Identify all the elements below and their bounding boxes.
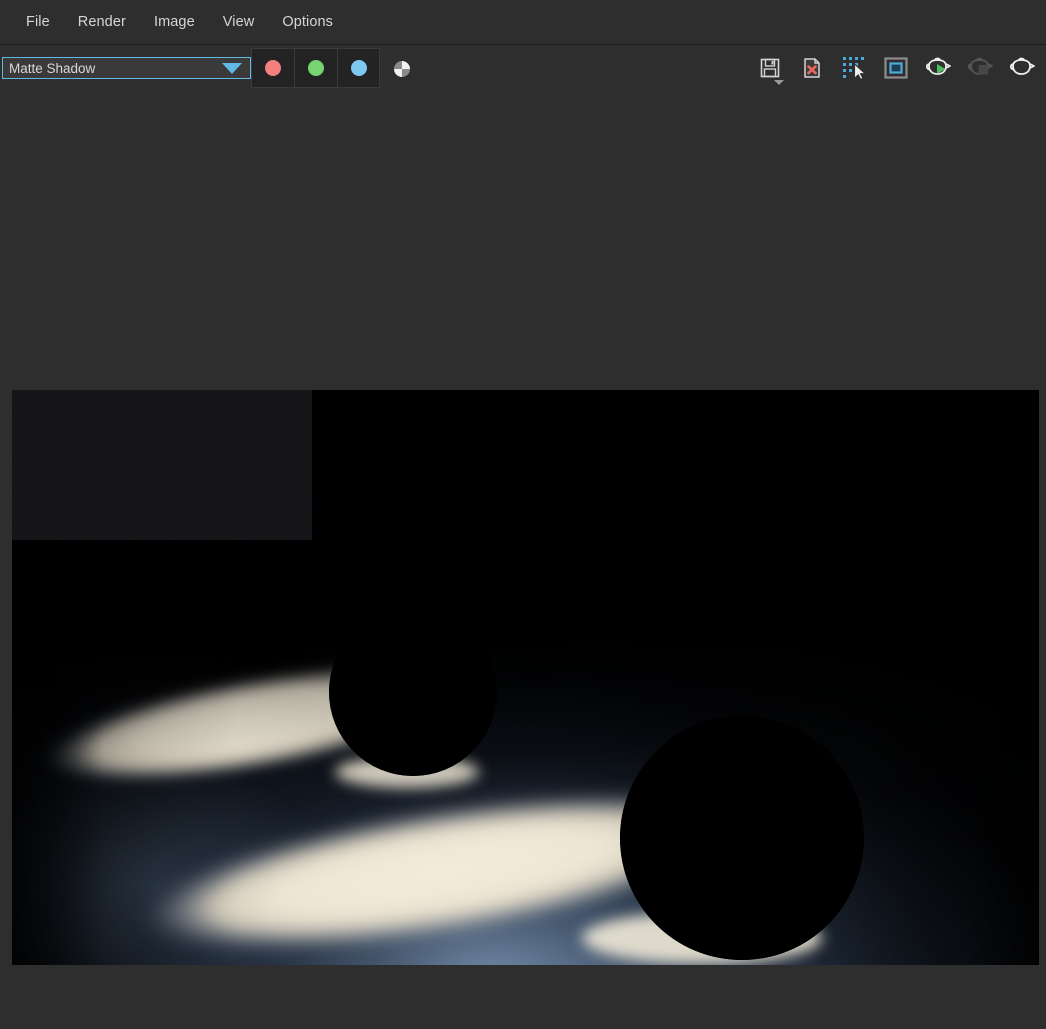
green-channel-icon — [308, 60, 324, 76]
render-region-button[interactable] — [880, 50, 912, 86]
channel-button-group — [251, 48, 380, 88]
teapot-stop-icon — [967, 57, 993, 75]
region-select-icon — [843, 57, 866, 81]
chevron-down-icon[interactable] — [774, 80, 784, 85]
menu-item-image[interactable]: Image — [140, 10, 209, 34]
menu-item-view[interactable]: View — [209, 10, 269, 34]
channel-button-red[interactable] — [251, 48, 294, 88]
alpha-channel-button[interactable] — [386, 54, 418, 84]
layer-select-dropdown[interactable]: Matte Shadow — [2, 57, 251, 79]
teapot-icon — [1009, 57, 1035, 75]
teapot-play-icon — [925, 57, 951, 75]
stop-render-button[interactable] — [964, 50, 996, 86]
sphere-large-matte — [620, 716, 864, 960]
sphere-small-matte — [329, 608, 497, 776]
blue-channel-icon — [350, 60, 367, 76]
channel-button-blue[interactable] — [337, 48, 380, 88]
menu-item-options[interactable]: Options — [268, 10, 347, 34]
select-region-button[interactable] — [838, 50, 870, 86]
toolbar-actions — [754, 48, 1038, 88]
menu-item-render[interactable]: Render — [64, 10, 140, 34]
layer-select-value: Matte Shadow — [9, 60, 96, 76]
vignette-sides — [12, 390, 1039, 965]
save-icon — [760, 58, 780, 78]
render-view-window: File Render Image View Options Matte Sha… — [0, 0, 1046, 1029]
save-image-button[interactable] — [754, 50, 786, 86]
channel-button-green[interactable] — [294, 48, 337, 88]
alpha-channel-icon — [394, 61, 410, 77]
re-render-button[interactable] — [1006, 50, 1038, 86]
menubar: File Render Image View Options — [0, 0, 1046, 45]
render-region-icon — [884, 57, 908, 79]
render-canvas[interactable] — [12, 390, 1039, 965]
discard-image-icon — [804, 58, 820, 78]
discard-image-button[interactable] — [796, 50, 828, 86]
menu-item-file[interactable]: File — [12, 10, 64, 34]
red-channel-icon — [265, 60, 281, 76]
chevron-down-icon — [222, 62, 242, 74]
render-button[interactable] — [922, 50, 954, 86]
